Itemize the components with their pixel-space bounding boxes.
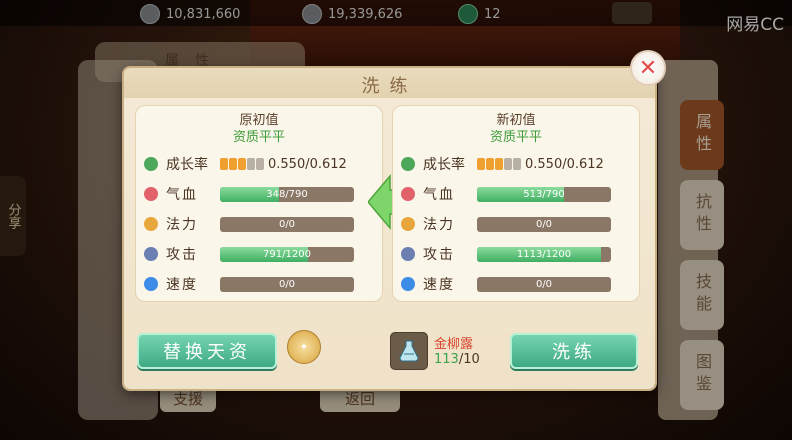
- stat-value: 1113/1200: [516, 248, 572, 260]
- stat-label: 法力: [423, 217, 455, 233]
- stat-row: 法力 0/0: [144, 214, 376, 234]
- growth-icon: [401, 157, 415, 171]
- item-count: 113/10: [434, 352, 480, 367]
- mana-icon: [144, 217, 158, 231]
- stat-row: 速度 0/0: [401, 274, 633, 294]
- stat-value: 0/0: [535, 278, 553, 290]
- growth-star: [238, 158, 246, 170]
- growth-star: [513, 158, 521, 170]
- new-values-panel: 新初值 资质平平 成长率 0.550/0.612 气血 513/790 法力 0/0 攻…: [392, 105, 640, 302]
- medal-icon[interactable]: ✦: [287, 330, 321, 364]
- growth-star: [477, 158, 485, 170]
- speed-icon: [401, 277, 415, 291]
- potion-icon: [390, 332, 428, 370]
- stat-bar: 0/0: [220, 276, 354, 292]
- stat-bar: 791/1200: [220, 246, 354, 262]
- growth-star: [256, 158, 264, 170]
- growth-label: 成长率: [423, 157, 465, 173]
- close-button[interactable]: ✕: [630, 50, 666, 86]
- sword-icon: [144, 247, 158, 261]
- stat-bar: 0/0: [220, 216, 354, 232]
- growth-stars: [477, 158, 521, 170]
- growth-star: [486, 158, 494, 170]
- growth-star: [495, 158, 503, 170]
- growth-star: [220, 158, 228, 170]
- stat-row: 气血 513/790: [401, 184, 633, 204]
- growth-row: 成长率 0.550/0.612: [401, 154, 633, 174]
- stat-label: 速度: [423, 277, 455, 293]
- growth-star: [504, 158, 512, 170]
- heart-icon: [144, 187, 158, 201]
- growth-value: 0.550/0.612: [525, 156, 604, 172]
- growth-star: [247, 158, 255, 170]
- item-name: 金柳露: [434, 337, 474, 352]
- growth-icon: [144, 157, 158, 171]
- stat-row: 攻击 791/1200: [144, 244, 376, 264]
- stat-value: 513/790: [523, 188, 565, 200]
- stat-row: 速度 0/0: [144, 274, 376, 294]
- heart-icon: [401, 187, 415, 201]
- growth-star: [229, 158, 237, 170]
- quality-label: 资质平平: [232, 130, 285, 145]
- stat-bar: 513/790: [477, 186, 611, 202]
- stat-label: 法力: [166, 217, 198, 233]
- stat-label: 气血: [423, 187, 455, 203]
- item-owned: 113: [434, 352, 459, 367]
- growth-label: 成长率: [166, 157, 208, 173]
- original-values-panel: 原初值 资质平平 成长率 0.550/0.612 气血 348/790 法力 0/0 攻…: [135, 105, 383, 302]
- stat-value: 348/790: [266, 188, 308, 200]
- stat-row: 法力 0/0: [401, 214, 633, 234]
- wash-button[interactable]: 洗练: [510, 333, 638, 369]
- speed-icon: [144, 277, 158, 291]
- stat-label: 攻击: [166, 247, 198, 263]
- stat-row: 攻击 1113/1200: [401, 244, 633, 264]
- stat-bar: 0/0: [477, 276, 611, 292]
- stat-row: 气血 348/790: [144, 184, 376, 204]
- stat-bar: 0/0: [477, 216, 611, 232]
- stat-value: 0/0: [278, 278, 296, 290]
- stat-value: 0/0: [278, 218, 296, 230]
- stat-bar: 1113/1200: [477, 246, 611, 262]
- mana-icon: [401, 217, 415, 231]
- item-cost: 10: [463, 352, 480, 367]
- stat-value: 0/0: [535, 218, 553, 230]
- close-icon: ✕: [638, 55, 658, 81]
- stat-bar: 348/790: [220, 186, 354, 202]
- stat-label: 速度: [166, 277, 198, 293]
- growth-stars: [220, 158, 264, 170]
- quality-label: 资质平平: [489, 130, 542, 145]
- replace-aptitude-button[interactable]: 替换天资: [137, 333, 277, 369]
- growth-value: 0.550/0.612: [268, 156, 347, 172]
- growth-row: 成长率 0.550/0.612: [144, 154, 376, 174]
- sword-icon: [401, 247, 415, 261]
- stat-label: 攻击: [423, 247, 455, 263]
- stat-label: 气血: [166, 187, 198, 203]
- stat-value: 791/1200: [263, 248, 311, 260]
- dialog-title: 洗练: [361, 76, 418, 97]
